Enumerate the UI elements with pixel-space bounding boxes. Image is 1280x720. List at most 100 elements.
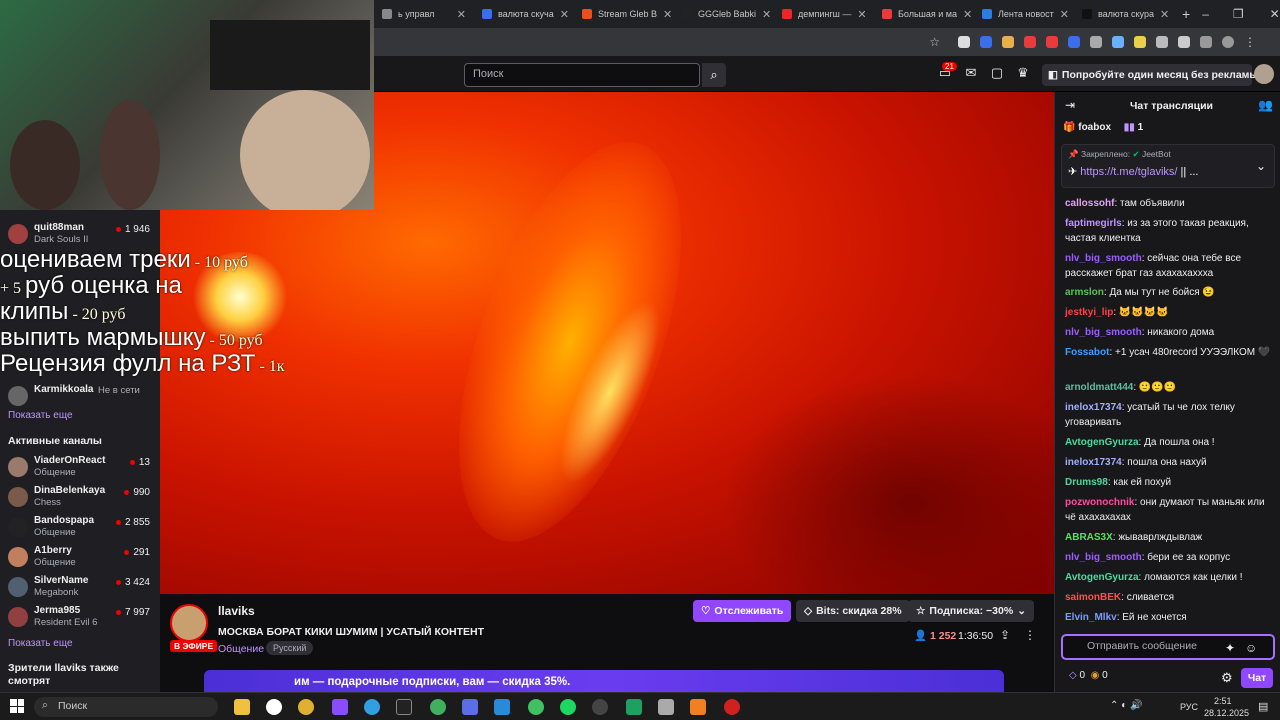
close-tab-icon[interactable]: ✕ [963, 8, 972, 21]
vlc-icon[interactable] [690, 699, 706, 715]
pinned-message[interactable]: 📌 Закреплено: ✔ JeetBot ✈ https://t.me/t… [1061, 144, 1275, 188]
notification-icon[interactable]: ▤ [1258, 700, 1268, 713]
extension-icon[interactable] [1046, 36, 1058, 48]
extension-icon[interactable] [1112, 36, 1124, 48]
taskbar-search[interactable]: ⌕ Поиск [34, 697, 218, 717]
extension-icon[interactable] [1200, 36, 1212, 48]
chat-settings-icon[interactable]: ⚙ [1221, 670, 1233, 686]
subscribe-button[interactable]: ☆ Подписка: −30% ⌄ [908, 600, 1035, 622]
restore-icon[interactable]: ❐ [1221, 7, 1256, 21]
chat-username[interactable]: armslon [1065, 287, 1104, 298]
streamer-name[interactable]: llaviks [218, 604, 255, 618]
close-tab-icon[interactable]: ✕ [663, 8, 672, 21]
chat-username[interactable]: nlv_big_smooth [1065, 327, 1142, 338]
chat-username[interactable]: inelox17374 [1065, 457, 1122, 468]
ad-free-promo-button[interactable]: ◧ Попробуйте один месяц без рекламы [1042, 64, 1258, 86]
clock-date[interactable]: 28.12.2025 [1204, 708, 1249, 718]
sparkle-icon[interactable]: ✦ [1225, 641, 1235, 655]
app-icon[interactable] [332, 699, 348, 715]
sidebar-channel-dinabelenkaya[interactable]: DinaBelenkaya Chess 990 [8, 485, 156, 515]
mail-icon[interactable]: ✉ [964, 66, 978, 80]
close-tab-icon[interactable]: ✕ [560, 8, 569, 21]
browser-tab[interactable]: валюта скуча ✕ [474, 0, 574, 28]
chat-username[interactable]: jestkyi_lip [1065, 307, 1113, 318]
search-button[interactable]: ⌕ [702, 63, 726, 87]
app-icon[interactable] [364, 699, 380, 715]
app-icon[interactable] [396, 699, 412, 715]
extension-icon[interactable] [958, 36, 970, 48]
chat-username[interactable]: saimonBEK [1065, 592, 1121, 603]
close-tab-icon[interactable]: ✕ [762, 8, 771, 21]
chat-username[interactable]: pozwonochnik [1065, 497, 1134, 508]
pinned-link[interactable]: ✈ https://t.me/tglaviks/ || ... [1068, 165, 1199, 178]
browser-tab[interactable]: валюта скура ✕ [1074, 0, 1174, 28]
extension-icon[interactable] [1134, 36, 1146, 48]
bookmark-star-icon[interactable]: ☆ [929, 35, 940, 49]
follow-button[interactable]: ♡ Отслеживать [693, 600, 792, 622]
menu-icon[interactable]: ⋮ [1244, 35, 1256, 49]
profile-icon[interactable] [1222, 36, 1234, 48]
chat-username[interactable]: Fossabot [1065, 347, 1109, 358]
new-tab-button[interactable]: + [1182, 6, 1190, 22]
sidebar-channel-viaderonreact[interactable]: ViaderOnReact Общение 13 [8, 455, 156, 485]
app-icon[interactable] [658, 699, 674, 715]
more-options-icon[interactable]: ⋮ [1024, 628, 1036, 642]
app-icon[interactable] [528, 699, 544, 715]
language-indicator[interactable]: РУС [1180, 702, 1198, 712]
app-icon[interactable] [724, 699, 740, 715]
sidebar-channel-silvername[interactable]: SilverName Megabonk 3 424 [8, 575, 156, 605]
chrome-icon[interactable] [430, 699, 446, 715]
extension-icon[interactable] [1156, 36, 1168, 48]
chat-username[interactable]: inelox17374 [1065, 402, 1122, 413]
extension-icon[interactable] [1178, 36, 1190, 48]
close-tab-icon[interactable]: ✕ [1160, 8, 1169, 21]
stream-category[interactable]: Общение [218, 643, 264, 655]
bits-button[interactable]: ◇ Bits: скидка 28% [796, 600, 910, 622]
chat-username[interactable]: arnoldmatt444 [1065, 382, 1133, 393]
sidebar-channel-bandospapa[interactable]: Bandospapa Общение 2 855 [8, 515, 156, 545]
chat-username[interactable]: callossohf [1065, 198, 1114, 209]
chat-leaderboard[interactable]: 🎁 foabox ▮▮ 1 [1063, 122, 1143, 133]
browser-tab[interactable]: демпингш — ✕ [774, 0, 874, 28]
extension-icon[interactable] [1068, 36, 1080, 48]
yandex-browser-icon[interactable] [266, 699, 282, 715]
share-icon[interactable]: ⇪ [1000, 628, 1010, 642]
sidebar-channel-jerma985[interactable]: Jerma985 Resident Evil 6 7 997 [8, 605, 156, 635]
chat-input[interactable]: Отправить сообщение [1061, 634, 1275, 660]
streamer-avatar[interactable] [170, 604, 208, 642]
collapse-chat-icon[interactable]: ⇥ [1065, 98, 1075, 112]
whispers-icon[interactable]: ▢ [990, 66, 1004, 80]
show-more-link[interactable]: Показать еще [8, 410, 73, 421]
app-icon[interactable] [592, 699, 608, 715]
emote-picker-icon[interactable]: ☺ [1245, 641, 1257, 655]
sidebar-channel-a1berry[interactable]: A1berry Общение 291 [8, 545, 156, 575]
app-icon[interactable] [462, 699, 478, 715]
show-more-link[interactable]: Показать еще [8, 638, 73, 649]
clock-time[interactable]: 2:51 [1214, 696, 1232, 706]
extension-icon[interactable] [1024, 36, 1036, 48]
close-window-icon[interactable]: ✕ [1256, 7, 1280, 21]
chat-users-icon[interactable]: 👥 [1258, 98, 1273, 112]
browser-tab[interactable]: Stream Gleb B ✕ [574, 0, 674, 28]
extension-icon[interactable] [980, 36, 992, 48]
search-input[interactable]: Поиск [464, 63, 700, 87]
extension-icon[interactable] [1090, 36, 1102, 48]
browser-tab[interactable]: GGGleb Babki ✕ [674, 0, 774, 28]
browser-tab[interactable]: Большая и ма ✕ [874, 0, 974, 28]
tray-icons[interactable]: ⌃ ◐ 🔊 [1110, 700, 1142, 711]
close-tab-icon[interactable]: ✕ [857, 8, 866, 21]
extension-icon[interactable] [1002, 36, 1014, 48]
chat-send-button[interactable]: Чат [1241, 668, 1273, 688]
vscode-icon[interactable] [494, 699, 510, 715]
chrome-icon[interactable] [298, 699, 314, 715]
windows-start-icon[interactable] [10, 699, 24, 713]
browser-tab[interactable]: ь управл ✕ [374, 0, 474, 28]
chat-username[interactable]: AvtogenGyurza [1065, 437, 1139, 448]
channel-points[interactable]: ◇ 0 ◉ 0 [1069, 670, 1108, 681]
chat-username[interactable]: Elvin_Mlkv [1065, 612, 1117, 623]
file-explorer-icon[interactable] [234, 699, 250, 715]
chat-username[interactable]: nlv_big_smooth [1065, 552, 1142, 563]
chat-username[interactable]: ABRAS3X [1065, 532, 1113, 543]
language-tag[interactable]: Русский [266, 641, 314, 655]
user-avatar[interactable] [1254, 64, 1274, 84]
